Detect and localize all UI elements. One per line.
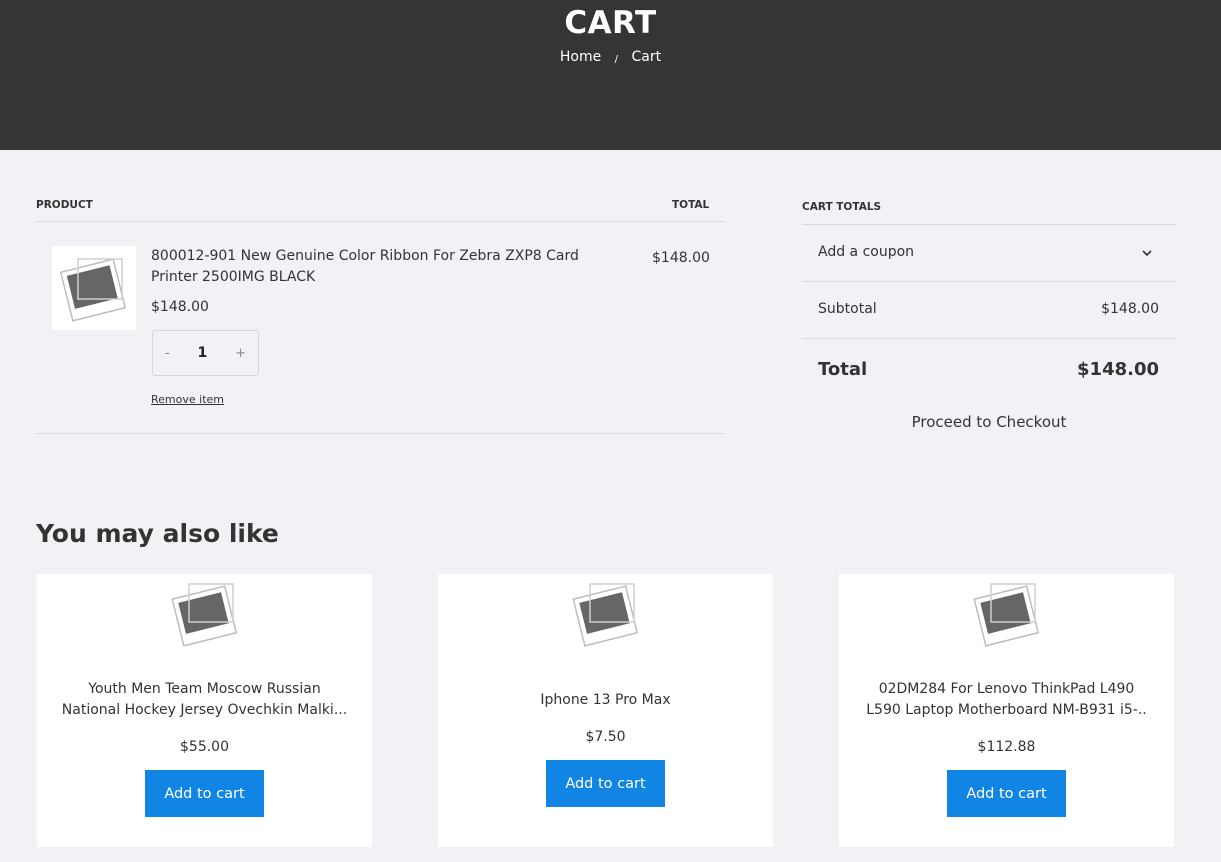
- table-header-divider: [36, 221, 725, 222]
- add-to-cart-button[interactable]: Add to cart: [145, 770, 264, 817]
- breadcrumb-current: Cart: [631, 49, 662, 65]
- breadcrumb-separator: /: [614, 54, 619, 65]
- cart-item-line-total: $148.00: [652, 250, 710, 266]
- cart-item-thumbnail[interactable]: [52, 246, 136, 330]
- product-card-name-line2: L590 Laptop Motherboard NM-B931 i5-..: [866, 702, 1147, 718]
- cart-item-price: $148.00: [151, 299, 209, 315]
- image-placeholder-icon: [60, 258, 126, 322]
- add-to-cart-button[interactable]: Add to cart: [947, 770, 1066, 817]
- product-card-price: $112.88: [977, 739, 1036, 755]
- product-card: Youth Men Team Moscow Russian National H…: [37, 574, 372, 847]
- breadcrumb-home-link[interactable]: Home: [560, 49, 601, 65]
- product-card-name-line1: Youth Men Team Moscow Russian: [88, 681, 321, 697]
- total-column-header: TOTAL: [672, 199, 710, 211]
- product-card-name-line2: National Hockey Jersey Ovechkin Malki...: [61, 702, 348, 718]
- product-card-name-line1: 02DM284 For Lenovo ThinkPad L490: [878, 681, 1135, 697]
- coupon-label: Add a coupon: [818, 244, 915, 260]
- totals-divider: [802, 338, 1176, 339]
- page-hero: CART Home / Cart: [0, 0, 1221, 150]
- product-card-name[interactable]: Youth Men Team Moscow Russian National H…: [55, 679, 354, 721]
- quantity-decrease-button[interactable]: -: [165, 346, 170, 361]
- total-label: Total: [818, 359, 868, 380]
- quantity-input[interactable]: 1: [198, 345, 208, 361]
- totals-divider: [802, 224, 1176, 225]
- image-placeholder-icon[interactable]: [169, 582, 239, 648]
- related-products-heading: You may also like: [36, 519, 279, 548]
- cart-item-name-line2: Printer 2500IMG BLACK: [151, 269, 316, 285]
- page-title: CART: [564, 5, 657, 41]
- product-card-price: $55.00: [180, 739, 229, 755]
- chevron-down-icon: [1142, 250, 1152, 257]
- totals-divider: [802, 281, 1176, 282]
- product-card-name[interactable]: 02DM284 For Lenovo ThinkPad L490 L590 La…: [857, 679, 1156, 721]
- quantity-stepper: - 1 +: [152, 330, 259, 376]
- subtotal-label: Subtotal: [818, 301, 877, 317]
- cart-item-name[interactable]: 800012-901 New Genuine Color Ribbon For …: [151, 246, 621, 288]
- total-value: $148.00: [1077, 359, 1159, 380]
- proceed-to-checkout-button[interactable]: Proceed to Checkout: [802, 413, 1176, 431]
- add-to-cart-button[interactable]: Add to cart: [546, 760, 665, 807]
- quantity-increase-button[interactable]: +: [235, 346, 246, 361]
- cart-item-name-line1: 800012-901 New Genuine Color Ribbon For …: [151, 248, 579, 264]
- image-placeholder-icon[interactable]: [971, 582, 1041, 648]
- product-card: Iphone 13 Pro Max $7.50 Add to cart: [438, 574, 773, 847]
- product-card-name-line1: Iphone 13 Pro Max: [540, 692, 671, 708]
- product-card-price: $7.50: [585, 729, 626, 745]
- cart-totals-title: CART TOTALS: [802, 201, 882, 213]
- breadcrumb: Home / Cart: [0, 49, 1221, 65]
- product-column-header: PRODUCT: [36, 199, 93, 211]
- product-card: 02DM284 For Lenovo ThinkPad L490 L590 La…: [839, 574, 1174, 847]
- table-footer-divider: [36, 433, 725, 434]
- image-placeholder-icon[interactable]: [570, 582, 640, 648]
- subtotal-value: $148.00: [1101, 301, 1159, 317]
- remove-item-link[interactable]: Remove item: [151, 393, 224, 406]
- product-card-name[interactable]: Iphone 13 Pro Max: [456, 690, 755, 711]
